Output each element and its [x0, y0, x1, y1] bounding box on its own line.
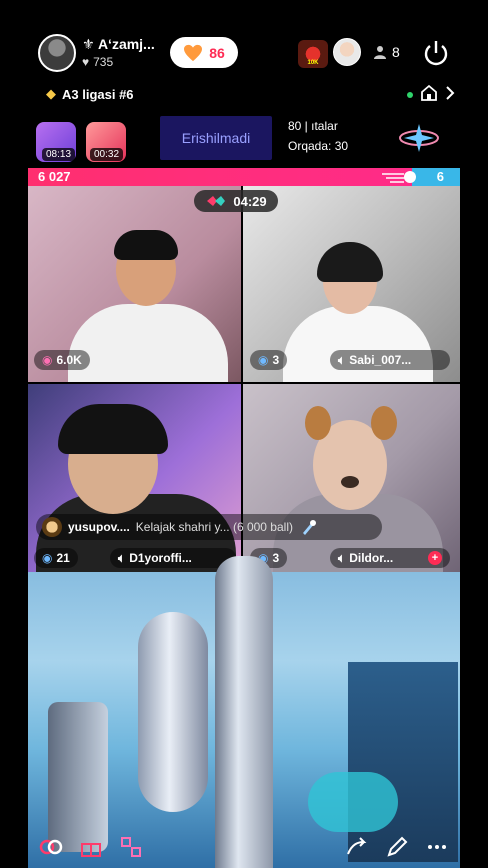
power-icon[interactable] [420, 37, 452, 69]
top-viewer-badge[interactable]: 10K [298, 40, 328, 68]
guest-score-pill[interactable]: ◉ 3 [250, 350, 288, 370]
viewer-avatar[interactable] [333, 38, 361, 66]
live-dot [407, 92, 413, 98]
rank-line-2: Orqada: 30 [288, 139, 349, 153]
speaker-icon: 🔈︎ [338, 550, 346, 565]
guest-name-pill[interactable]: 🔈︎ Sabi_007... [330, 350, 450, 370]
league-label: A3 ligasi #6 [62, 86, 134, 102]
guest-name-pill[interactable]: 🔈︎ D1yoroffi... [110, 548, 236, 568]
commenter-avatar[interactable] [42, 517, 62, 537]
comment-text: Kelajak shahri y... (6 000 ball) [135, 520, 293, 534]
guest-name: D1yoroffi... [129, 551, 192, 565]
sparkle-badge-icon[interactable] [398, 120, 440, 156]
bottom-toolbar [28, 826, 460, 868]
edit-icon[interactable] [384, 834, 410, 860]
battle-timer-value: 04:29 [233, 193, 267, 209]
unreached-label: Erishilmadi [181, 130, 251, 146]
link-icon[interactable] [38, 834, 64, 860]
score-icon: ◉ [258, 353, 269, 367]
guest-name: Sabi_007... [349, 353, 412, 367]
guest-name: Dildor... [349, 551, 394, 565]
heart-icon [184, 44, 203, 61]
speaker-icon: 🔈︎ [338, 352, 346, 367]
plus-icon[interactable]: + [428, 551, 442, 565]
score-icon: ◉ [42, 551, 53, 565]
host-avatar[interactable] [38, 34, 76, 72]
grid-icon[interactable] [118, 834, 144, 860]
person-icon [374, 46, 386, 59]
gift-icon[interactable] [78, 834, 104, 860]
rocket-gift-icon [303, 520, 316, 535]
likes-pill-count: 86 [209, 44, 225, 61]
guest-name-pill[interactable]: 🔈︎ Dildor... + [330, 548, 450, 568]
speaker-icon: 🔈︎ [118, 550, 126, 565]
rank-line-1: 80 | ıtalar [288, 119, 338, 133]
guest-score: 3 [272, 551, 280, 565]
viewer-count[interactable]: 8 [374, 44, 400, 60]
host-likes: ♥ 735 [82, 55, 113, 69]
guest-score: 3 [272, 353, 280, 367]
heart-icon: ♥ [82, 55, 90, 69]
city-tower [215, 556, 273, 868]
viewer-badge-label: 10K [307, 60, 319, 66]
gift-comment[interactable]: yusupov.... Kelajak shahri y... (6 000 b… [36, 514, 382, 540]
box-timer: 08:13 [42, 148, 76, 161]
league-label-row[interactable]: ◆ A3 ligasi #6 [46, 86, 134, 102]
guest-score: 6.0K [56, 353, 82, 367]
host-likes-count: 735 [93, 55, 114, 69]
fleur-icon: ⚜ [82, 36, 95, 52]
battle-timer: 04:29 [194, 190, 278, 212]
guest-score: 21 [56, 551, 70, 565]
rank-info[interactable]: 80 | ıtalar Orqada: 30 [288, 116, 348, 156]
host-name-row[interactable]: ⚜ Aʻzamj... [82, 36, 155, 53]
score-divider-arrow-icon [382, 171, 416, 183]
host-name: Aʻzamj... [97, 36, 155, 52]
score-icon: ◉ [42, 353, 53, 367]
share-icon[interactable] [344, 834, 370, 860]
box-timer: 00:32 [90, 148, 124, 161]
viewer-count-value: 8 [392, 44, 400, 60]
battle-icon [207, 196, 226, 206]
comment-user: yusupov.... [68, 520, 130, 534]
diamond-icon: ◆ [46, 86, 56, 101]
likes-pill[interactable]: 86 [170, 37, 238, 68]
unreached-button[interactable]: Erishilmadi [160, 116, 272, 160]
guest-score-pill[interactable]: ◉ 21 [34, 548, 78, 568]
score-left: 6 027 [28, 168, 412, 186]
more-icon[interactable] [424, 834, 450, 860]
guest-score-pill[interactable]: ◉ 6.0K [34, 350, 90, 370]
home-icon[interactable] [420, 84, 438, 102]
chevron-right-icon[interactable] [444, 84, 456, 102]
